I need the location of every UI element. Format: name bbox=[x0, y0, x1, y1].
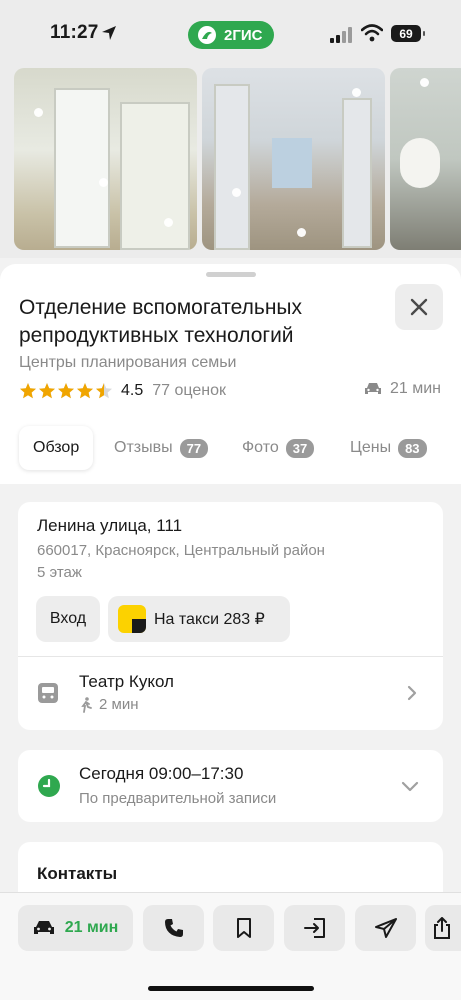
star-icon bbox=[77, 383, 93, 399]
taxi-button-label: На такси 283 ₽ bbox=[154, 611, 265, 628]
tab-label: Фото bbox=[242, 439, 279, 456]
car-icon bbox=[364, 383, 381, 394]
taxi-button[interactable]: На такси 283 ₽ bbox=[108, 596, 290, 642]
send-button[interactable] bbox=[355, 905, 416, 951]
walk-icon bbox=[81, 696, 92, 713]
walk-time: 2 мин bbox=[79, 696, 139, 713]
contacts-title: Контакты bbox=[37, 864, 118, 883]
address-street[interactable]: Ленина улица, 111 bbox=[37, 516, 182, 536]
place-card-sheet: Отделение вспомогательных репродуктивных… bbox=[0, 264, 461, 1000]
route-button-label: 21 мин bbox=[64, 919, 119, 936]
tab-reviews[interactable]: Отзывы 77 bbox=[114, 426, 209, 470]
entry-button-label: Вход bbox=[49, 610, 87, 627]
signal-icon bbox=[330, 27, 352, 43]
drive-time-label: 21 мин bbox=[389, 380, 441, 397]
tab-overview[interactable]: Обзор bbox=[19, 426, 94, 470]
walk-time-label: 2 мин bbox=[99, 696, 139, 713]
tab-prices[interactable]: Цены 83 bbox=[350, 426, 427, 470]
home-indicator bbox=[148, 986, 314, 991]
yandex-taxi-logo-icon bbox=[118, 605, 146, 633]
car-icon bbox=[33, 921, 54, 934]
star-icon bbox=[58, 383, 74, 399]
phone-icon bbox=[164, 919, 183, 937]
hours-today: Сегодня 09:00–17:30 bbox=[79, 764, 244, 783]
bookmark-button[interactable] bbox=[213, 905, 274, 951]
bookmark-icon bbox=[236, 918, 251, 938]
address-card: Ленина улица, 111 660017, Красноярск, Це… bbox=[18, 502, 443, 730]
photo-carousel[interactable] bbox=[0, 68, 461, 258]
photo-item[interactable] bbox=[390, 68, 461, 250]
action-bar: 21 мин bbox=[0, 892, 461, 1000]
chevron-down-icon[interactable] bbox=[401, 779, 419, 793]
tab-count-badge: 83 bbox=[398, 438, 427, 458]
rating-row[interactable]: 4.5 77 оценок bbox=[19, 380, 226, 402]
hours-note: По предварительной записи bbox=[79, 790, 277, 807]
battery-indicator: 69 bbox=[391, 25, 425, 42]
close-icon bbox=[410, 298, 428, 316]
call-button[interactable] bbox=[143, 905, 204, 951]
share-icon bbox=[434, 917, 450, 939]
star-icon bbox=[96, 383, 112, 399]
status-bar: 11:27 2ГИС 69 bbox=[0, 0, 461, 68]
divider bbox=[18, 656, 443, 657]
chevron-right-icon[interactable] bbox=[405, 685, 419, 701]
status-time: 11:27 bbox=[50, 22, 99, 43]
tab-label: Цены bbox=[350, 439, 392, 456]
place-title: Отделение вспомогательных репродуктивных… bbox=[19, 296, 303, 347]
entrance-button[interactable] bbox=[284, 905, 345, 951]
star-icon bbox=[20, 383, 36, 399]
rating-stars bbox=[19, 382, 113, 400]
location-arrow-icon bbox=[102, 26, 116, 40]
route-button[interactable]: 21 мин bbox=[18, 905, 133, 951]
tab-photos[interactable]: Фото 37 bbox=[242, 426, 315, 470]
rating-value: 4.5 bbox=[121, 382, 144, 399]
app-badge-label: 2ГИС bbox=[224, 26, 263, 44]
2gis-logo-icon bbox=[198, 26, 216, 44]
photo-item[interactable] bbox=[202, 68, 385, 250]
drive-time[interactable]: 21 мин bbox=[364, 380, 441, 398]
rating-count: 77 оценок bbox=[152, 382, 227, 399]
wifi-icon bbox=[361, 24, 383, 42]
place-category: Центры планирования семьи bbox=[19, 354, 237, 371]
transit-stop-name[interactable]: Театр Кукол bbox=[79, 672, 174, 692]
tab-label: Обзор bbox=[33, 439, 80, 456]
enter-icon bbox=[303, 918, 325, 938]
bus-icon bbox=[38, 683, 58, 703]
working-hours-card[interactable]: Сегодня 09:00–17:30 По предварительной з… bbox=[18, 750, 443, 822]
tab-label: Отзывы bbox=[114, 439, 173, 456]
entry-button[interactable]: Вход bbox=[36, 596, 100, 642]
close-button[interactable] bbox=[395, 284, 443, 330]
app-badge[interactable]: 2ГИС bbox=[188, 21, 274, 49]
send-icon bbox=[374, 918, 397, 938]
share-button[interactable] bbox=[425, 905, 461, 951]
star-icon bbox=[39, 383, 55, 399]
tab-count-badge: 37 bbox=[285, 438, 315, 458]
tab-bar: Обзор Отзывы 77 Фото 37 Цены 83 bbox=[0, 426, 461, 472]
address-details: 660017, Красноярск, Центральный район bbox=[37, 542, 325, 559]
tab-count-badge: 77 bbox=[179, 438, 209, 458]
photo-item[interactable] bbox=[14, 68, 197, 250]
clock-icon bbox=[38, 775, 60, 797]
address-floor: 5 этаж bbox=[37, 564, 82, 581]
sheet-grabber[interactable] bbox=[206, 272, 256, 277]
